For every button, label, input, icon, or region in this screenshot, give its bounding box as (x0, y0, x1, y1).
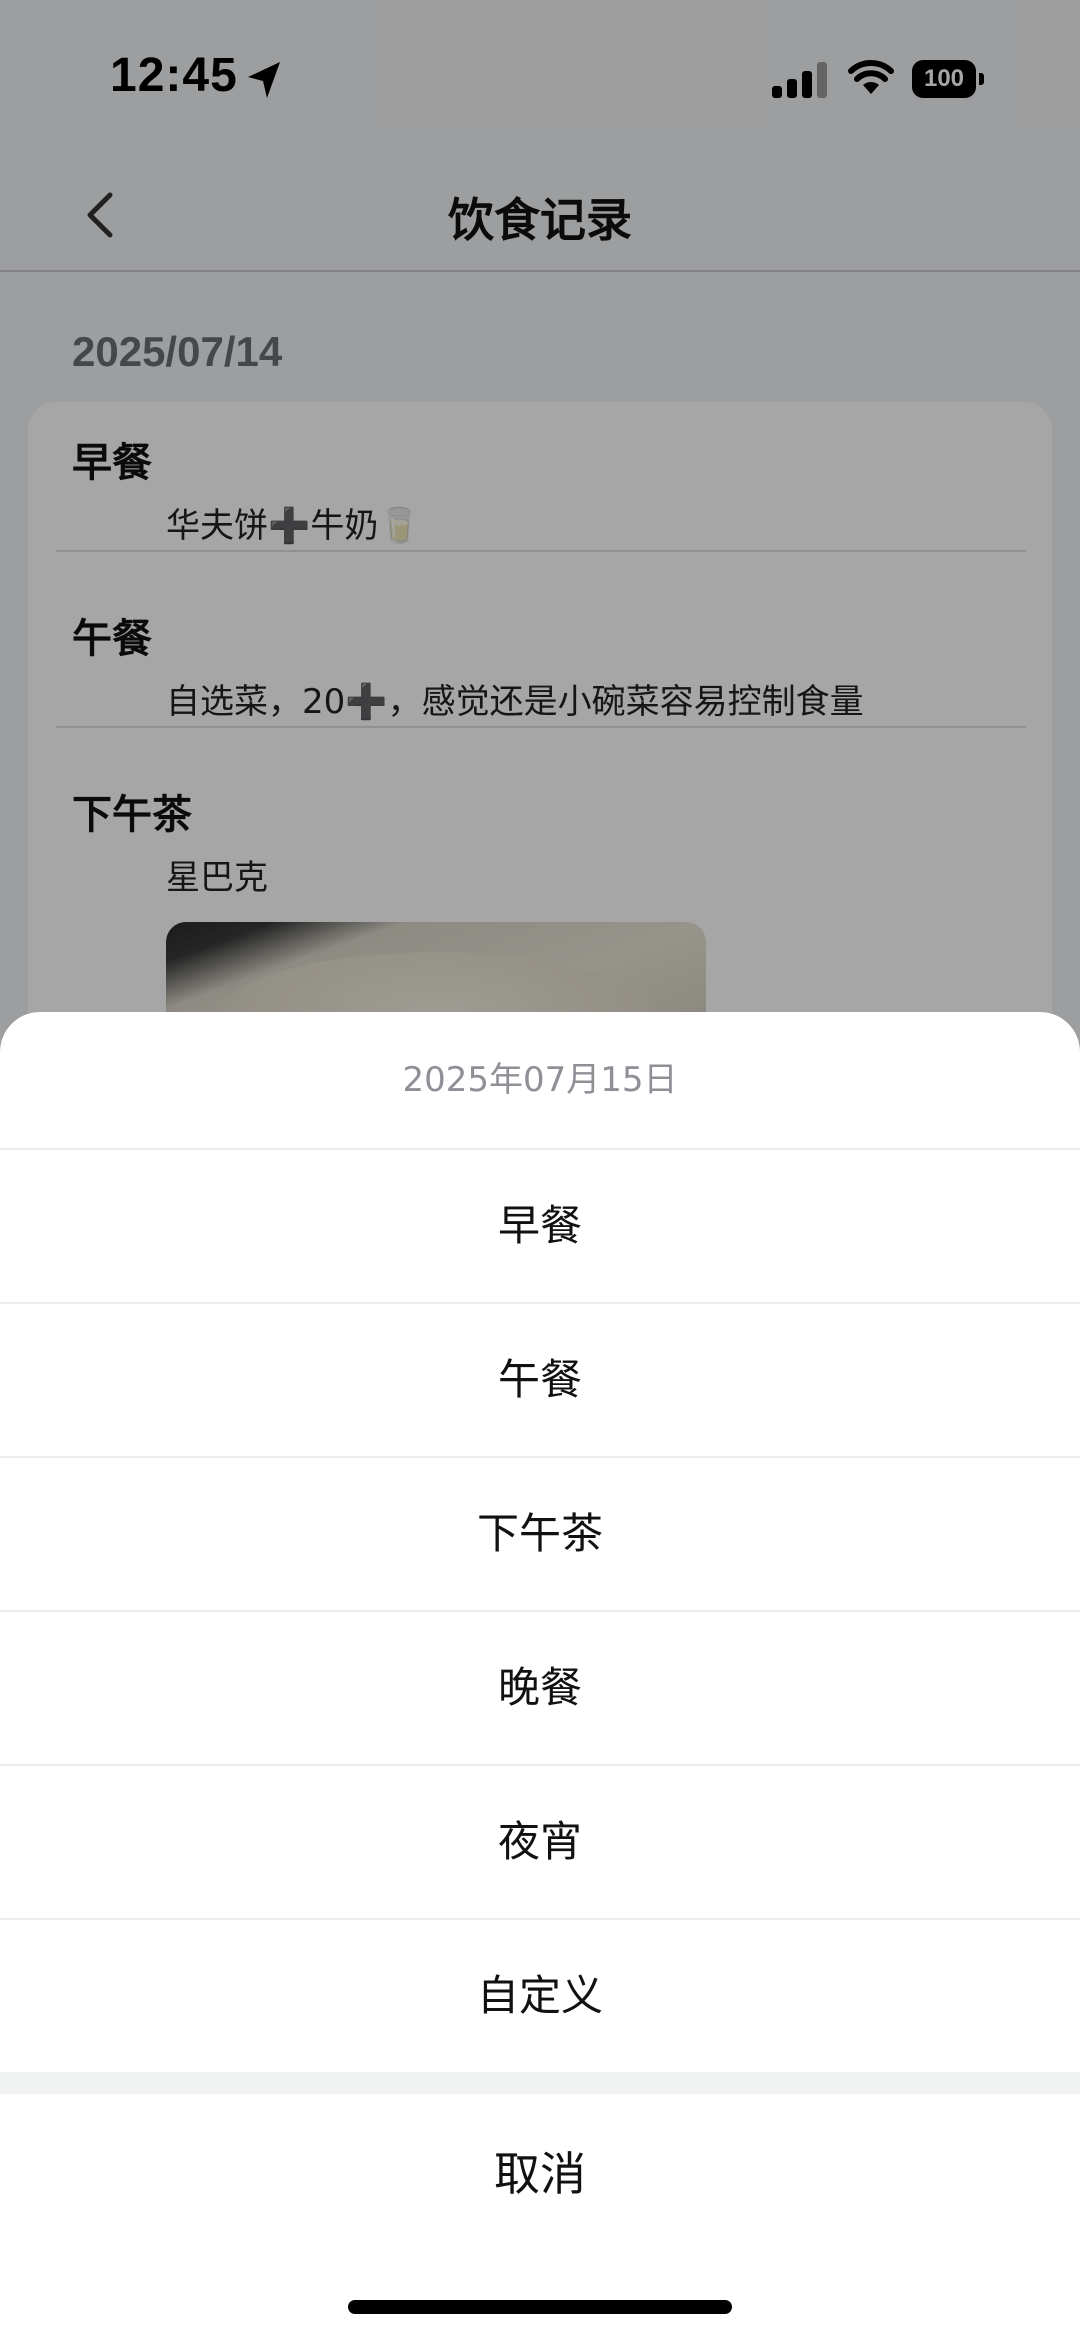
sheet-separator (0, 2072, 1080, 2094)
option-afternoon-tea[interactable]: 下午茶 (0, 1458, 1080, 1612)
option-late-night-snack[interactable]: 夜宵 (0, 1766, 1080, 1920)
option-lunch[interactable]: 午餐 (0, 1304, 1080, 1458)
option-custom[interactable]: 自定义 (0, 1920, 1080, 2072)
cancel-button[interactable]: 取消 (0, 2094, 1080, 2254)
meal-type-action-sheet: 2025年07月15日 早餐 午餐 下午茶 晚餐 夜宵 自定义 取消 (0, 1012, 1080, 2341)
option-dinner[interactable]: 晚餐 (0, 1612, 1080, 1766)
action-sheet-date: 2025年07月15日 (0, 1012, 1080, 1150)
option-breakfast[interactable]: 早餐 (0, 1150, 1080, 1304)
home-indicator[interactable] (348, 2300, 732, 2314)
